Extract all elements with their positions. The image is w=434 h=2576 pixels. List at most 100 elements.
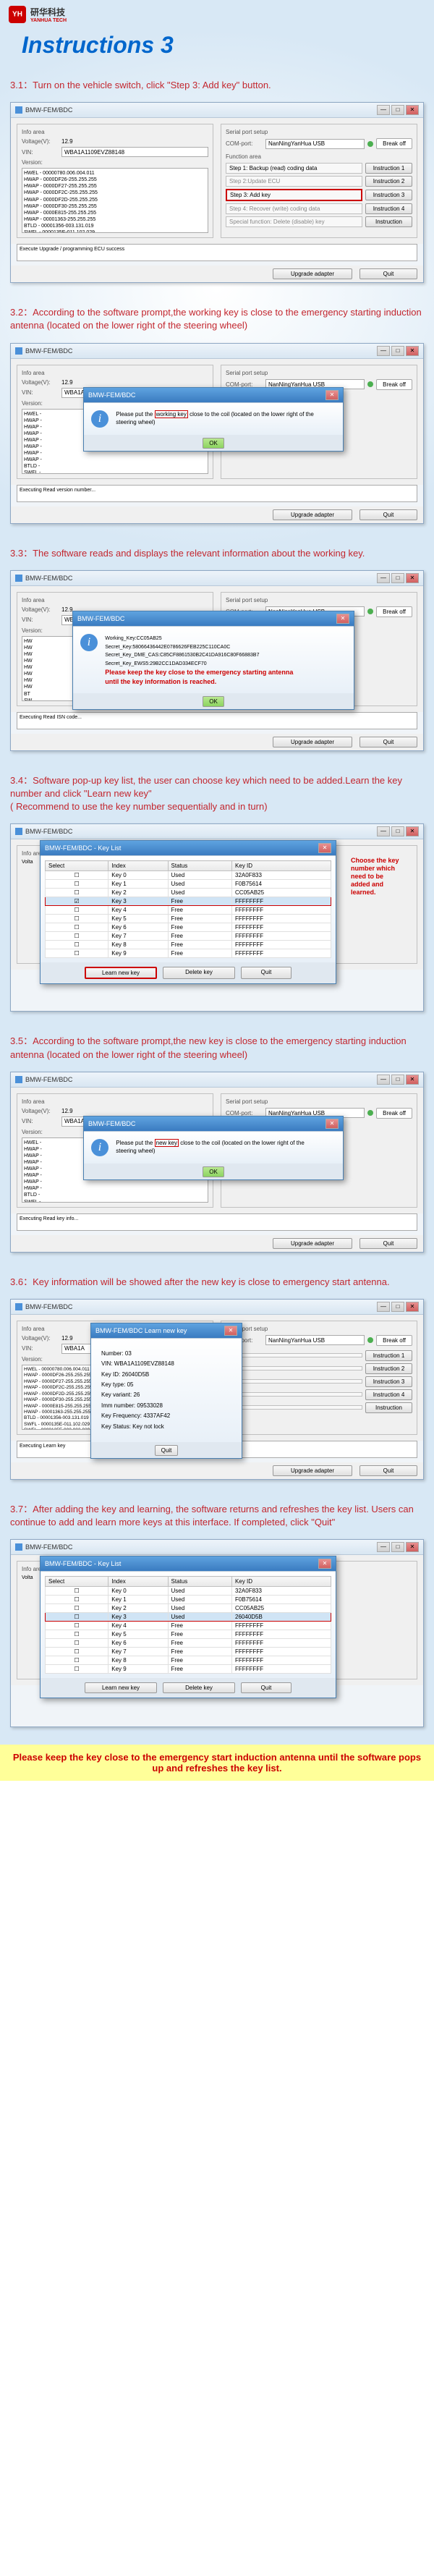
instruction1-button[interactable]: Instruction 1: [365, 1350, 412, 1361]
table-row[interactable]: ☐Key 3Used26040D5B: [46, 1613, 331, 1622]
quit-button[interactable]: Quit: [359, 1238, 417, 1249]
instruction4-button[interactable]: Instruction 4: [365, 1389, 412, 1400]
table-row[interactable]: ☐Key 0Used32A0F833: [46, 871, 331, 880]
step4-button[interactable]: [226, 1392, 362, 1397]
step1-button[interactable]: Step 1: Backup (read) coding data: [226, 163, 362, 174]
table-row[interactable]: ☐Key 4FreeFFFFFFFF: [46, 906, 331, 915]
maximize-button[interactable]: □: [391, 573, 404, 583]
breakoff-button[interactable]: Break off: [376, 1335, 412, 1346]
close-button[interactable]: ✕: [406, 826, 419, 836]
learn-new-key-button[interactable]: Learn new key: [85, 967, 157, 979]
minimize-button[interactable]: —: [377, 1542, 390, 1552]
minimize-button[interactable]: —: [377, 1075, 390, 1085]
close-button[interactable]: ✕: [406, 1075, 419, 1085]
table-row[interactable]: ☐Key 2UsedCC05AB25: [46, 1604, 331, 1613]
breakoff-button[interactable]: Break off: [376, 379, 412, 390]
col-select[interactable]: Select: [46, 1577, 109, 1587]
col-status[interactable]: Status: [168, 1577, 232, 1587]
instruction2-button[interactable]: Instruction 2: [365, 176, 412, 187]
ok-button[interactable]: OK: [203, 1166, 224, 1177]
instruction2-button[interactable]: Instruction 2: [365, 1363, 412, 1374]
instruction3-button[interactable]: Instruction 3: [365, 1376, 412, 1387]
step5-button[interactable]: [226, 1405, 362, 1410]
popup-close-button[interactable]: ✕: [318, 1559, 331, 1569]
ok-button[interactable]: OK: [203, 696, 224, 707]
breakoff-button[interactable]: Break off: [376, 138, 412, 149]
quit-button[interactable]: Quit: [359, 1465, 417, 1476]
instruction3-button[interactable]: Instruction 3: [365, 190, 412, 200]
maximize-button[interactable]: □: [391, 105, 404, 115]
instruction5-button[interactable]: Instruction: [365, 1402, 412, 1413]
upgrade-adapter-button[interactable]: Upgrade adapter: [273, 737, 352, 747]
delete-key-button[interactable]: Delete key: [163, 967, 235, 979]
table-row[interactable]: ☐Key 0Used32A0F833: [46, 1587, 331, 1596]
close-button[interactable]: ✕: [406, 346, 419, 356]
col-keyid[interactable]: Key ID: [232, 1577, 331, 1587]
maximize-button[interactable]: □: [391, 1302, 404, 1312]
table-row[interactable]: ☐Key 4FreeFFFFFFFF: [46, 1622, 331, 1630]
ok-button[interactable]: OK: [203, 438, 224, 449]
maximize-button[interactable]: □: [391, 1542, 404, 1552]
maximize-button[interactable]: □: [391, 346, 404, 356]
minimize-button[interactable]: —: [377, 1302, 390, 1312]
instruction5-button[interactable]: Instruction: [365, 216, 412, 227]
table-row[interactable]: ☐Key 2UsedCC05AB25: [46, 889, 331, 897]
comport-select[interactable]: NanNingYanHua USB: [265, 1335, 365, 1345]
table-row[interactable]: ☐Key 5FreeFFFFFFFF: [46, 915, 331, 923]
step2-button[interactable]: [226, 1366, 362, 1370]
table-row[interactable]: ☐Key 7FreeFFFFFFFF: [46, 932, 331, 941]
upgrade-adapter-button[interactable]: Upgrade adapter: [273, 268, 352, 279]
table-row[interactable]: ☐Key 8FreeFFFFFFFF: [46, 941, 331, 949]
popup-quit-button[interactable]: Quit: [241, 967, 292, 979]
minimize-button[interactable]: —: [377, 573, 390, 583]
delete-key-button[interactable]: Delete key: [163, 1682, 235, 1693]
close-button[interactable]: ✕: [406, 1302, 419, 1312]
step2-button[interactable]: Step 2:Update ECU: [226, 176, 362, 187]
popup-close-button[interactable]: ✕: [224, 1326, 237, 1336]
upgrade-adapter-button[interactable]: Upgrade adapter: [273, 1465, 352, 1476]
step3-button[interactable]: Step 3: Add key: [226, 189, 362, 201]
breakoff-button[interactable]: Break off: [376, 606, 412, 617]
popup-quit-button[interactable]: Quit: [241, 1682, 292, 1693]
quit-button[interactable]: Quit: [359, 509, 417, 520]
popup-quit-button[interactable]: Quit: [155, 1445, 179, 1456]
table-row[interactable]: ☐Key 8FreeFFFFFFFF: [46, 1656, 331, 1665]
quit-button[interactable]: Quit: [359, 737, 417, 747]
popup-close-button[interactable]: ✕: [318, 843, 331, 853]
step3-button[interactable]: [226, 1379, 362, 1384]
table-row[interactable]: ☐Key 9FreeFFFFFFFF: [46, 949, 331, 958]
col-status[interactable]: Status: [168, 861, 232, 871]
close-button[interactable]: ✕: [406, 105, 419, 115]
step5-button[interactable]: Special function: Delete (disable) key: [226, 216, 362, 227]
col-select[interactable]: Select: [46, 861, 109, 871]
table-row[interactable]: ☐Key 7FreeFFFFFFFF: [46, 1648, 331, 1656]
popup-close-button[interactable]: ✕: [326, 390, 339, 400]
step1-button[interactable]: [226, 1353, 362, 1357]
step4-button[interactable]: Step 4: Recover (write) coding data: [226, 203, 362, 214]
breakoff-button[interactable]: Break off: [376, 1108, 412, 1119]
table-row[interactable]: ☐Key 5FreeFFFFFFFF: [46, 1630, 331, 1639]
close-button[interactable]: ✕: [406, 573, 419, 583]
minimize-button[interactable]: —: [377, 105, 390, 115]
upgrade-adapter-button[interactable]: Upgrade adapter: [273, 1238, 352, 1249]
popup-close-button[interactable]: ✕: [336, 614, 349, 624]
version-list[interactable]: HWEL - 00000780.006.004.011 HWAP - 0000D…: [22, 168, 208, 233]
minimize-button[interactable]: —: [377, 826, 390, 836]
minimize-button[interactable]: —: [377, 346, 390, 356]
col-index[interactable]: Index: [109, 1577, 168, 1587]
quit-button[interactable]: Quit: [359, 268, 417, 279]
table-row[interactable]: ☐Key 9FreeFFFFFFFF: [46, 1665, 331, 1674]
close-button[interactable]: ✕: [406, 1542, 419, 1552]
instruction4-button[interactable]: Instruction 4: [365, 203, 412, 214]
table-row[interactable]: ☐Key 6FreeFFFFFFFF: [46, 923, 331, 932]
popup-close-button[interactable]: ✕: [326, 1119, 339, 1129]
maximize-button[interactable]: □: [391, 826, 404, 836]
table-row[interactable]: ☐Key 6FreeFFFFFFFF: [46, 1639, 331, 1648]
table-row[interactable]: ☐Key 1UsedF0B75614: [46, 1596, 331, 1604]
instruction1-button[interactable]: Instruction 1: [365, 163, 412, 174]
col-index[interactable]: Index: [109, 861, 168, 871]
comport-select[interactable]: NanNingYanHua USB: [265, 139, 365, 149]
table-row[interactable]: ☑Key 3FreeFFFFFFFF: [46, 897, 331, 906]
learn-new-key-button[interactable]: Learn new key: [85, 1682, 157, 1693]
table-row[interactable]: ☐Key 1UsedF0B75614: [46, 880, 331, 889]
